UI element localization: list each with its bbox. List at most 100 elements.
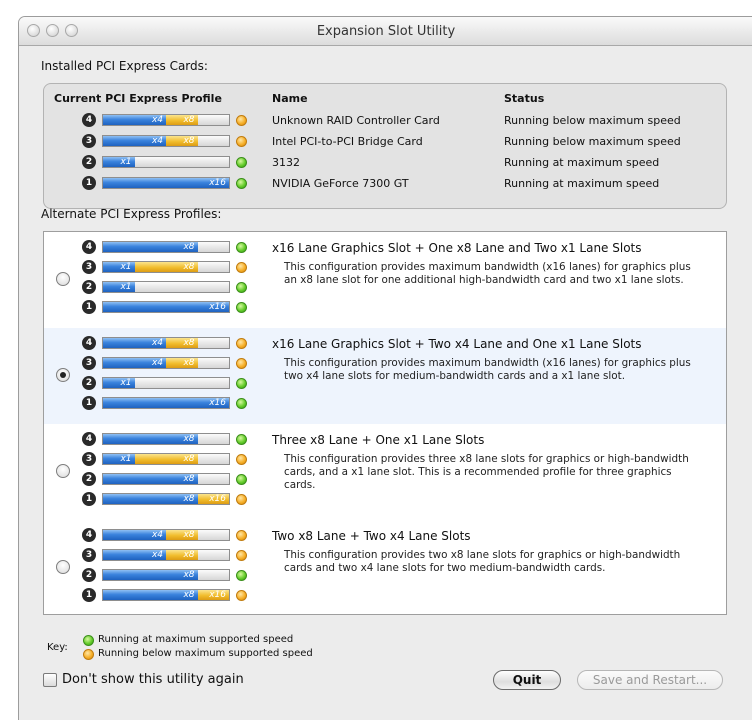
green-status-dot-icon <box>236 157 247 168</box>
lane-segment: x8 <box>103 434 198 444</box>
profile-radio-button[interactable] <box>56 368 70 382</box>
key-green-text: Running at maximum supported speed <box>98 634 294 645</box>
green-status-dot-icon <box>83 635 94 646</box>
slot-number-badge: 4 <box>82 336 96 350</box>
alternate-profiles-label: Alternate PCI Express Profiles: <box>41 207 222 221</box>
slot-number-badge: 1 <box>82 396 96 410</box>
lane-segment: x8 <box>103 494 198 504</box>
profile-description: This configuration provides two x8 lane … <box>284 549 681 574</box>
lane-bar: x4 x8 <box>102 529 230 541</box>
slot-number-badge: 4 <box>82 432 96 446</box>
lane-segment: x1 <box>103 454 135 464</box>
lane-segment: x8 <box>166 136 198 146</box>
green-status-dot-icon <box>236 302 247 313</box>
lane-segment: x16 <box>103 398 229 408</box>
slot-number-badge: 3 <box>82 548 96 562</box>
lane-segment: x16 <box>197 494 229 504</box>
card-name: Unknown RAID Controller Card <box>272 114 440 127</box>
lane-bar: x8 <box>102 241 230 253</box>
lane-bar: x8 x16 <box>102 493 230 505</box>
save-and-restart-button: Save and Restart... <box>577 670 723 690</box>
quit-button[interactable]: Quit <box>493 670 561 690</box>
lane-bar: x4 x8 <box>102 114 230 126</box>
lane-segment: x8 <box>134 262 198 272</box>
lane-segment: x8 <box>166 115 198 125</box>
lane-bar: x4 x8 <box>102 357 230 369</box>
profile-option[interactable]: 4 x8 3 x1 x8 2 x1 1 x16 x16 Lane Graphics Slot + … <box>44 232 726 328</box>
card-name: Intel PCI-to-PCI Bridge Card <box>272 135 423 148</box>
lane-segment: x8 <box>103 242 198 252</box>
title-bar[interactable]: Expansion Slot Utility <box>19 17 752 46</box>
profile-option[interactable]: 4 x8 3 x1 x8 2 x8 1 x8 x16 Three x8 Lane + One x1 … <box>44 424 726 520</box>
orange-status-dot-icon <box>236 136 247 147</box>
lane-segment: x1 <box>103 157 135 167</box>
green-status-dot-icon <box>236 178 247 189</box>
slot-number-badge: 4 <box>82 113 96 127</box>
lane-bar: x4 x8 <box>102 135 230 147</box>
card-name: 3132 <box>272 156 300 169</box>
orange-status-dot-icon <box>236 550 247 561</box>
profile-description: This configuration provides three x8 lan… <box>284 453 689 491</box>
slot-number-badge: 1 <box>82 492 96 506</box>
lane-segment: x8 <box>103 474 198 484</box>
lane-segment: x1 <box>103 262 135 272</box>
profile-radio-button[interactable] <box>56 464 70 478</box>
lane-bar: x8 <box>102 433 230 445</box>
profile-column-header: Current PCI Express Profile <box>54 92 222 105</box>
profile-title: x16 Lane Graphics Slot + One x8 Lane and… <box>272 241 642 255</box>
slot-number-badge: 4 <box>82 240 96 254</box>
status-column-header: Status <box>504 92 545 105</box>
slot-number-badge: 1 <box>82 588 96 602</box>
orange-status-dot-icon <box>236 358 247 369</box>
profile-radio-button[interactable] <box>56 272 70 286</box>
slot-number-badge: 3 <box>82 356 96 370</box>
profile-radio-button[interactable] <box>56 560 70 574</box>
lane-segment: x8 <box>134 454 198 464</box>
lane-segment: x8 <box>166 550 198 560</box>
lane-bar: x1 x8 <box>102 453 230 465</box>
lane-bar: x1 <box>102 281 230 293</box>
dont-show-again-label[interactable]: Don't show this utility again <box>62 672 244 687</box>
slot-number-badge: 3 <box>82 134 96 148</box>
key-label: Key: <box>47 642 68 653</box>
green-status-dot-icon <box>236 434 247 445</box>
lane-segment: x8 <box>166 530 198 540</box>
green-status-dot-icon <box>236 398 247 409</box>
lane-segment: x16 <box>103 178 229 188</box>
slot-number-badge: 2 <box>82 155 96 169</box>
orange-status-dot-icon <box>236 115 247 126</box>
lane-segment: x8 <box>166 358 198 368</box>
lane-segment: x1 <box>103 378 135 388</box>
slot-number-badge: 2 <box>82 280 96 294</box>
lane-segment: x16 <box>103 302 229 312</box>
dont-show-again-checkbox[interactable] <box>43 673 57 687</box>
profile-option[interactable]: 4 x4 x8 3 x4 x8 2 x1 1 x16 x16 Lane Graphics Slot … <box>44 328 726 424</box>
orange-status-dot-icon <box>236 530 247 541</box>
lane-bar: x16 <box>102 177 230 189</box>
lane-segment: x4 <box>103 338 166 348</box>
window-title: Expansion Slot Utility <box>316 24 456 39</box>
orange-status-dot-icon <box>236 454 247 465</box>
orange-status-dot-icon <box>236 338 247 349</box>
lane-segment: x4 <box>103 115 166 125</box>
orange-status-dot-icon <box>236 262 247 273</box>
lane-segment: x16 <box>197 590 229 600</box>
lane-segment: x8 <box>166 338 198 348</box>
lane-bar: x16 <box>102 301 230 313</box>
orange-status-dot-icon <box>236 590 247 601</box>
lane-segment: x8 <box>103 570 198 580</box>
orange-status-dot-icon <box>83 649 94 660</box>
installed-cards-panel: Current PCI Express Profile Name Status … <box>43 83 727 209</box>
lane-segment: x8 <box>103 590 198 600</box>
profile-title: Three x8 Lane + One x1 Lane Slots <box>272 433 485 447</box>
card-name: NVIDIA GeForce 7300 GT <box>272 177 409 190</box>
orange-status-dot-icon <box>236 494 247 505</box>
lane-bar: x16 <box>102 397 230 409</box>
lane-bar: x4 x8 <box>102 549 230 561</box>
lane-bar: x1 <box>102 377 230 389</box>
profile-option[interactable]: 4 x4 x8 3 x4 x8 2 x8 1 x8 x16 Two x8 Lane + Two x4 … <box>44 520 726 614</box>
installed-cards-label: Installed PCI Express Cards: <box>41 59 208 73</box>
slot-number-badge: 1 <box>82 300 96 314</box>
card-status: Running at maximum speed <box>504 156 660 169</box>
lane-bar: x8 <box>102 569 230 581</box>
